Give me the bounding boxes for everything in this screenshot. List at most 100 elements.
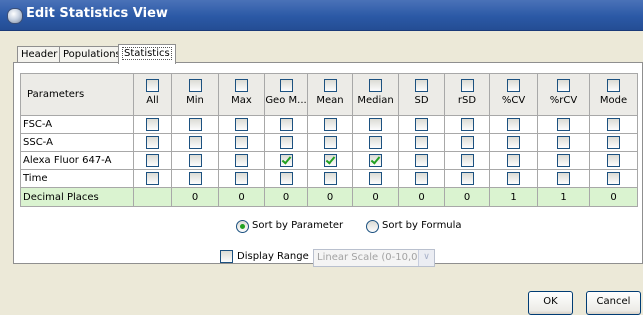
statistic-checkbox[interactable] bbox=[279, 136, 293, 149]
tab-statistics-label: Statistics bbox=[122, 47, 172, 60]
statistic-checkbox[interactable] bbox=[607, 118, 620, 131]
statistic-checkbox[interactable] bbox=[279, 154, 293, 167]
column-select-checkbox[interactable] bbox=[557, 79, 570, 92]
statistic-checkbox[interactable] bbox=[323, 172, 337, 185]
column-select-checkbox[interactable] bbox=[369, 79, 382, 92]
table-cell bbox=[264, 151, 308, 170]
decimal-places-value[interactable]: 0 bbox=[444, 187, 490, 207]
statistic-checkbox[interactable] bbox=[460, 136, 474, 149]
statistic-checkbox[interactable] bbox=[507, 136, 520, 149]
statistic-checkbox[interactable] bbox=[607, 136, 620, 149]
statistic-checkbox[interactable] bbox=[415, 118, 428, 131]
column-label: rSD bbox=[457, 95, 477, 106]
decimal-places-value[interactable]: 0 bbox=[589, 187, 638, 207]
table-cell bbox=[398, 115, 445, 134]
decimal-places-value[interactable]: 1 bbox=[537, 187, 590, 207]
decimal-places-value[interactable]: 0 bbox=[352, 187, 399, 207]
table-body: FSC-A SSC-A Alexa Fluor 647-A Time Decimal P… bbox=[20, 115, 638, 207]
statistic-checkbox[interactable] bbox=[235, 136, 248, 149]
statistic-checkbox[interactable] bbox=[415, 172, 428, 185]
table-row: SSC-A bbox=[20, 133, 638, 152]
parameter-name: Alexa Fluor 647-A bbox=[20, 151, 134, 170]
display-range-select[interactable]: Linear Scale (0-10,000) ∨ bbox=[313, 249, 435, 267]
chevron-down-icon[interactable]: ∨ bbox=[418, 250, 434, 266]
statistic-checkbox[interactable] bbox=[607, 154, 620, 167]
column-header: Min bbox=[171, 73, 219, 116]
table-cell bbox=[444, 151, 490, 170]
column-label: Geo M... bbox=[265, 95, 307, 106]
tab-statistics[interactable]: Statistics bbox=[118, 44, 176, 64]
statistic-checkbox[interactable] bbox=[507, 172, 520, 185]
statistic-checkbox[interactable] bbox=[369, 154, 382, 167]
table-cell bbox=[307, 151, 353, 170]
cancel-button[interactable]: Cancel bbox=[586, 291, 641, 315]
statistic-checkbox[interactable] bbox=[279, 118, 293, 131]
display-range-label[interactable]: Display Range bbox=[237, 251, 309, 262]
statistic-checkbox[interactable] bbox=[146, 172, 159, 185]
display-range-checkbox[interactable] bbox=[220, 250, 233, 263]
column-select-checkbox[interactable] bbox=[146, 79, 159, 92]
column-select-checkbox[interactable] bbox=[188, 79, 202, 92]
statistic-checkbox[interactable] bbox=[607, 172, 620, 185]
decimal-places-value[interactable]: 0 bbox=[398, 187, 445, 207]
column-header: %rCV bbox=[537, 73, 590, 116]
sort-by-parameter-radio[interactable] bbox=[236, 220, 249, 233]
statistic-checkbox[interactable] bbox=[415, 154, 428, 167]
statistic-checkbox[interactable] bbox=[146, 136, 159, 149]
title-bar[interactable]: Edit Statistics View bbox=[0, 0, 643, 31]
table-cell bbox=[264, 115, 308, 134]
decimal-places-value[interactable] bbox=[133, 187, 172, 207]
column-header: Geo M... bbox=[264, 73, 308, 116]
tab-populations[interactable]: Populations bbox=[59, 46, 125, 63]
column-select-checkbox[interactable] bbox=[235, 79, 248, 92]
column-select-checkbox[interactable] bbox=[323, 79, 337, 92]
statistic-checkbox[interactable] bbox=[507, 118, 520, 131]
table-cell bbox=[537, 169, 590, 188]
table-cell bbox=[218, 133, 265, 152]
decimal-places-value[interactable]: 1 bbox=[489, 187, 538, 207]
column-select-checkbox[interactable] bbox=[607, 79, 620, 92]
statistic-checkbox[interactable] bbox=[460, 154, 474, 167]
column-select-checkbox[interactable] bbox=[415, 79, 428, 92]
table-cell bbox=[264, 133, 308, 152]
table-cell bbox=[307, 115, 353, 134]
column-select-checkbox[interactable] bbox=[460, 79, 474, 92]
ok-button[interactable]: OK bbox=[528, 291, 573, 315]
tab-header[interactable]: Header bbox=[17, 46, 62, 63]
statistic-checkbox[interactable] bbox=[507, 154, 520, 167]
statistic-checkbox[interactable] bbox=[323, 136, 337, 149]
sort-by-formula-label[interactable]: Sort by Formula bbox=[382, 220, 462, 231]
statistic-checkbox[interactable] bbox=[460, 172, 474, 185]
statistic-checkbox[interactable] bbox=[188, 172, 202, 185]
decimal-places-value[interactable]: 0 bbox=[307, 187, 353, 207]
statistic-checkbox[interactable] bbox=[415, 136, 428, 149]
statistic-checkbox[interactable] bbox=[188, 136, 202, 149]
sort-by-formula-radio[interactable] bbox=[366, 220, 379, 233]
decimal-places-value[interactable]: 0 bbox=[264, 187, 308, 207]
statistic-checkbox[interactable] bbox=[188, 154, 202, 167]
statistic-checkbox[interactable] bbox=[369, 118, 382, 131]
statistic-checkbox[interactable] bbox=[369, 136, 382, 149]
statistic-checkbox[interactable] bbox=[146, 154, 159, 167]
statistic-checkbox[interactable] bbox=[323, 154, 337, 167]
statistic-checkbox[interactable] bbox=[460, 118, 474, 131]
statistic-checkbox[interactable] bbox=[235, 118, 248, 131]
statistic-checkbox[interactable] bbox=[557, 118, 570, 131]
column-label: Min bbox=[186, 95, 204, 106]
statistic-checkbox[interactable] bbox=[235, 154, 248, 167]
statistic-checkbox[interactable] bbox=[188, 118, 202, 131]
statistic-checkbox[interactable] bbox=[557, 172, 570, 185]
statistic-checkbox[interactable] bbox=[146, 118, 159, 131]
statistic-checkbox[interactable] bbox=[369, 172, 382, 185]
statistic-checkbox[interactable] bbox=[235, 172, 248, 185]
column-select-checkbox[interactable] bbox=[279, 79, 293, 92]
sort-by-parameter-label[interactable]: Sort by Parameter bbox=[252, 220, 343, 231]
decimal-places-value[interactable]: 0 bbox=[171, 187, 219, 207]
column-label: All bbox=[146, 95, 159, 106]
column-select-checkbox[interactable] bbox=[507, 79, 520, 92]
statistic-checkbox[interactable] bbox=[557, 154, 570, 167]
decimal-places-value[interactable]: 0 bbox=[218, 187, 265, 207]
statistic-checkbox[interactable] bbox=[279, 172, 293, 185]
statistic-checkbox[interactable] bbox=[323, 118, 337, 131]
statistic-checkbox[interactable] bbox=[557, 136, 570, 149]
